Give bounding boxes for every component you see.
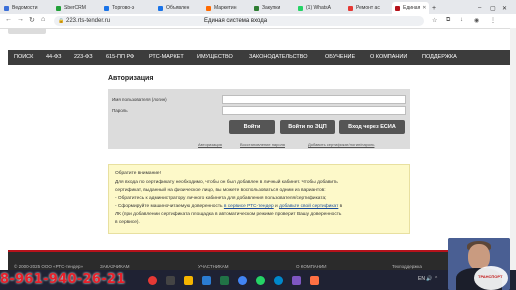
download-icon[interactable]: ↓ (460, 17, 463, 23)
footer-link-support[interactable]: Техподдержка (392, 264, 422, 269)
url-field[interactable]: 🔒 223.rts-tender.ru Единая система входа (54, 16, 424, 26)
rts-service-link[interactable]: в сервисе РТС-тендер (224, 204, 274, 209)
tab-remont[interactable]: Ремонт ас (348, 2, 390, 14)
tab-whatsapp[interactable]: (1) WhatsA (298, 2, 344, 14)
notice-title: Обратите внимание! (115, 171, 161, 176)
taskbar-app-icon[interactable] (166, 276, 175, 285)
menu-item-search[interactable]: ПОИСК (14, 50, 33, 65)
profile-icon[interactable]: ◉ (474, 17, 479, 24)
menu-item-zakonodatelstvo[interactable]: ЗАКОНОДАТЕЛЬСТВО (249, 50, 308, 65)
recover-password-link[interactable]: Восстановление пароля (240, 142, 285, 147)
footer-link-zakazchikam[interactable]: ЗАКАЗЧИКАМ (100, 264, 130, 269)
new-tab-button[interactable]: + (432, 2, 440, 14)
system-tray[interactable]: EN 🔊 ⌃ (418, 276, 438, 282)
add-certificate-notice-link[interactable]: добавьте свой сертификат (279, 204, 338, 209)
tab-favicon (56, 5, 61, 11)
taskbar-whatsapp-icon[interactable] (256, 276, 265, 285)
notice-text-line: ЛК (при добавлении сертификата площадка … (115, 212, 342, 217)
back-icon[interactable]: ← (5, 16, 12, 23)
close-tab-icon[interactable]: ✕ (422, 5, 426, 11)
notice-text-line: - Обратитесь к администратору личного ка… (115, 196, 327, 201)
tab-obyavlen[interactable]: Объявлен (158, 2, 202, 14)
tab-marketing[interactable]: Маркетин (206, 2, 250, 14)
lock-icon: 🔒 (58, 18, 65, 24)
phone-number-overlay: 8-961-940-26-21 (0, 272, 126, 287)
tab-active-edinaya[interactable]: Единая ✕ (392, 2, 429, 14)
page-scrollbar[interactable] (510, 28, 516, 270)
webcam-overlay: ТРАНСПОРТ (448, 238, 510, 290)
tab-favicon (348, 5, 353, 11)
maximize-icon[interactable]: ▢ (490, 2, 498, 14)
login-ep-button[interactable]: Войти по ЭЦП (280, 120, 335, 134)
tab-favicon (298, 5, 303, 11)
footer-link-uchastnikam[interactable]: УЧАСТНИКАМ (198, 264, 228, 269)
menu-item-44fz[interactable]: 44-ФЗ (46, 50, 61, 65)
tab-favicon (4, 5, 9, 11)
menu-item-podderzhka[interactable]: ПОДДЕРЖКА (422, 50, 457, 65)
notice-text-line: Для входа по сертификату необходимо, что… (115, 180, 338, 185)
tab-favicon (158, 5, 163, 11)
menu-item-rts-market[interactable]: РТС-МАРКЕТ (149, 50, 184, 65)
reload-icon[interactable]: ↻ (29, 16, 35, 24)
main-menu: ПОИСК 44-ФЗ 223-ФЗ 615-ПП РФ РТС-МАРКЕТ … (8, 50, 510, 65)
notice-text-line: - Сформируйте машиночитаемую доверенност… (115, 204, 343, 209)
home-icon[interactable]: ⌂ (41, 16, 45, 23)
tab-favicon (206, 5, 211, 11)
footer-accent-line (8, 250, 510, 252)
tab-zakupki[interactable]: Закупки (254, 2, 294, 14)
window-close-icon[interactable]: ✕ (502, 2, 510, 14)
footer-copyright: © 2000-2025 ООО «РТС-тендер» (14, 264, 84, 269)
star-icon[interactable]: ☆ (432, 17, 437, 24)
menu-item-obuchenie[interactable]: ОБУЧЕНИЕ (325, 50, 355, 65)
taskbar-app-icon[interactable] (292, 276, 301, 285)
notice-text-line: в сервисе). (115, 220, 140, 225)
tab-torgovo[interactable]: Торгово-э (104, 2, 154, 14)
browser-tab-bar: Ведомости SberCRM Торгово-э Объявлен Мар… (0, 0, 516, 14)
password-label: Пароль (112, 108, 128, 113)
tab-favicon (395, 5, 400, 11)
taskbar-app-icon[interactable] (310, 276, 319, 285)
esia-login-button[interactable]: Вход через ЕСИА (339, 120, 405, 134)
extensions-icon[interactable]: ⧉ (446, 17, 450, 24)
taskbar-excel-icon[interactable] (220, 276, 229, 285)
footer-link-o-kompanii[interactable]: О КОМПАНИИ (296, 264, 327, 269)
login-button[interactable]: Войти (229, 120, 275, 134)
tab-vedomosti[interactable]: Ведомости (4, 2, 50, 14)
add-certificate-link[interactable]: Добавить сертификат/логин/пароль (308, 142, 374, 147)
site-footer (8, 250, 510, 270)
minimize-icon[interactable]: – (478, 2, 486, 14)
auth-link[interactable]: Авторизация (198, 142, 222, 147)
forward-icon[interactable]: → (17, 16, 24, 23)
taskbar-folder-icon[interactable] (184, 276, 193, 285)
menu-dots-icon[interactable]: ⋮ (490, 17, 496, 24)
taskbar-telegram-icon[interactable] (274, 276, 283, 285)
notice-text-line: сертификат, выданный на физическое лицо,… (115, 188, 326, 193)
taskbar-word-icon[interactable] (202, 276, 211, 285)
cam-logo-text: ТРАНСПОРТ (478, 274, 503, 279)
page-title: Единая система входа (204, 18, 268, 24)
auth-title: Авторизация (108, 75, 154, 82)
taskbar-app-icon[interactable] (148, 276, 157, 285)
tab-favicon (104, 5, 109, 11)
tab-favicon (254, 5, 259, 11)
url-text: 223.rts-tender.ru (66, 18, 111, 24)
menu-item-615pp[interactable]: 615-ПП РФ (106, 50, 134, 65)
menu-item-223fz[interactable]: 223-ФЗ (74, 50, 93, 65)
menu-item-imushchestvo[interactable]: ИМУЩЕСТВО (197, 50, 233, 65)
username-label: Имя пользователя (логин) (112, 97, 167, 102)
password-input[interactable] (222, 106, 406, 115)
menu-item-o-kompanii[interactable]: О КОМПАНИИ (370, 50, 407, 65)
tab-sbercrm[interactable]: SberCRM (56, 2, 100, 14)
notice-box: Обратите внимание! Для входа по сертифик… (108, 164, 410, 234)
site-logo-strip (8, 28, 46, 34)
address-bar-row: ← → ↻ ⌂ 🔒 223.rts-tender.ru Единая систе… (0, 14, 516, 29)
username-input[interactable] (222, 95, 406, 104)
taskbar-chrome-icon[interactable] (238, 276, 247, 285)
